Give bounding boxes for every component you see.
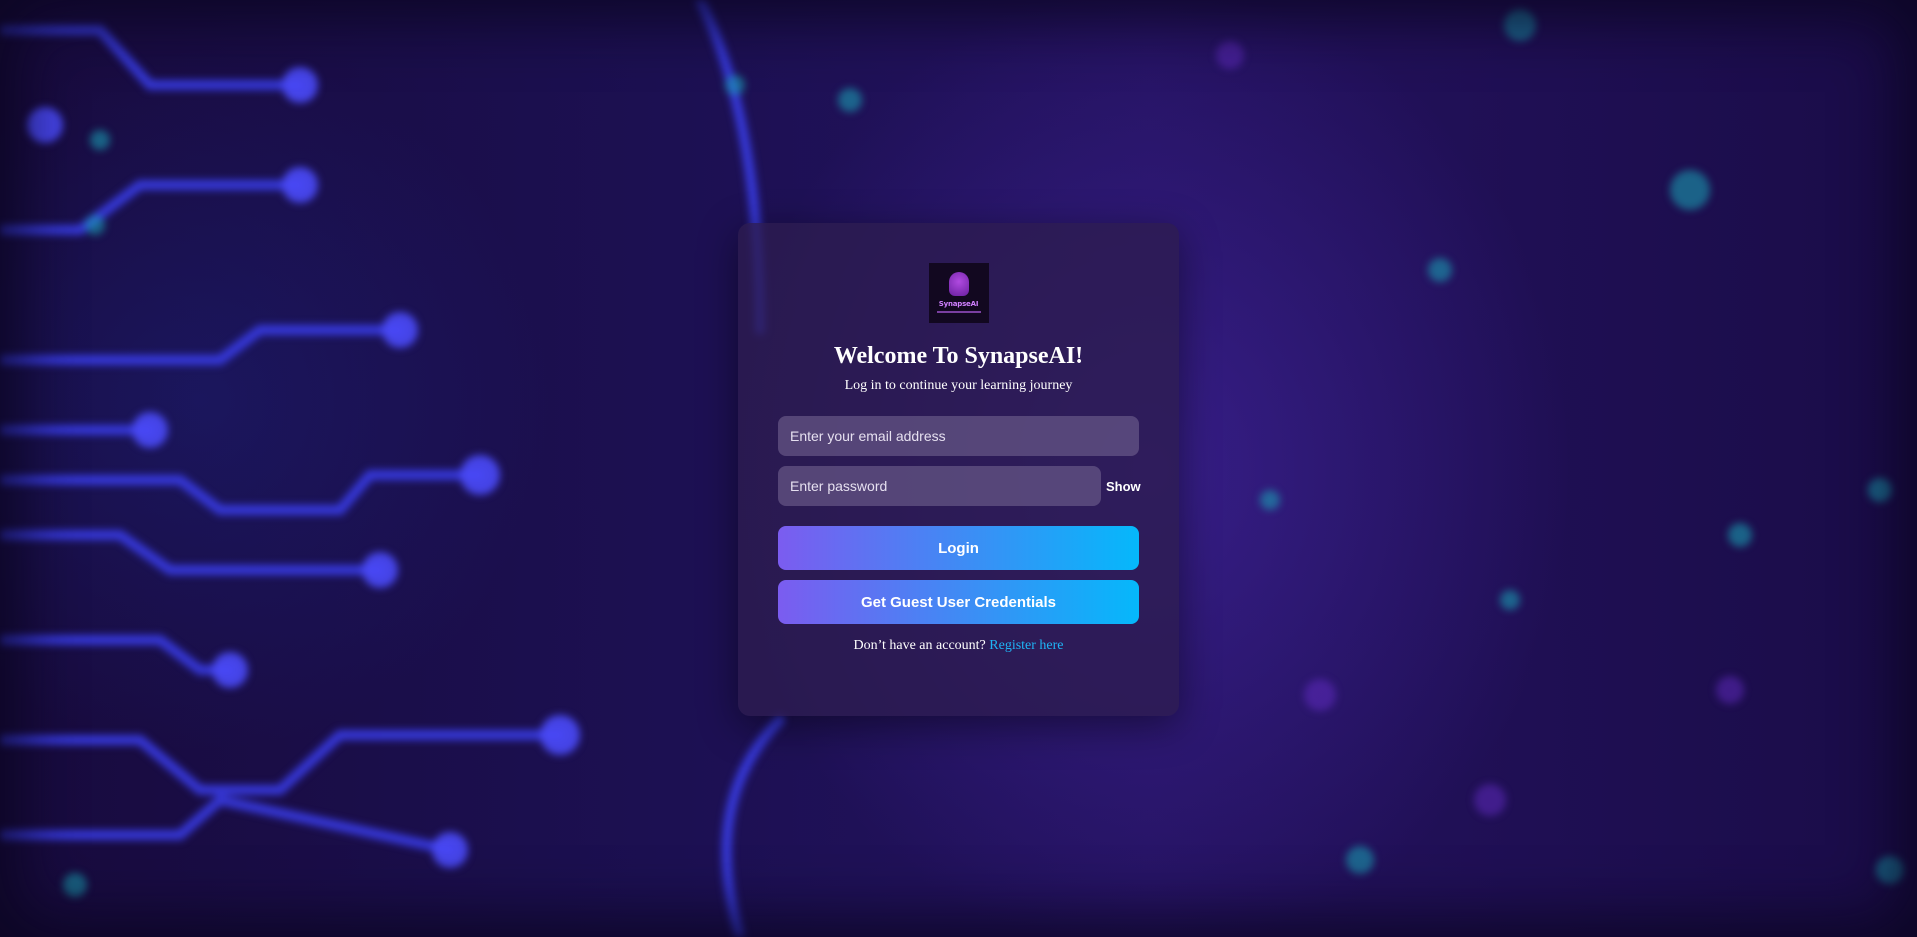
- password-field[interactable]: [778, 466, 1101, 506]
- page-title: Welcome To SynapseAI!: [833, 343, 1084, 369]
- email-field[interactable]: [778, 416, 1139, 456]
- register-prompt-text: Don’t have an account?: [853, 638, 986, 653]
- guest-credentials-button[interactable]: Get Guest User Credentials: [778, 580, 1139, 624]
- email-row: [778, 416, 1139, 456]
- password-row: Show: [778, 466, 1141, 506]
- login-card: SynapseAI Welcome To SynapseAI! Log in t…: [738, 223, 1179, 716]
- logo-underline: [936, 311, 981, 313]
- synapseai-logo: SynapseAI: [928, 263, 989, 323]
- login-button[interactable]: Login: [778, 526, 1139, 570]
- register-link[interactable]: Register here: [989, 638, 1063, 653]
- brain-head-icon: [948, 272, 969, 296]
- register-prompt: Don’t have an account? Register here: [738, 638, 1179, 654]
- page-subtitle: Log in to continue your learning journey: [844, 378, 1073, 393]
- show-password-button[interactable]: Show: [1106, 479, 1141, 494]
- logo-text: SynapseAI: [938, 300, 979, 308]
